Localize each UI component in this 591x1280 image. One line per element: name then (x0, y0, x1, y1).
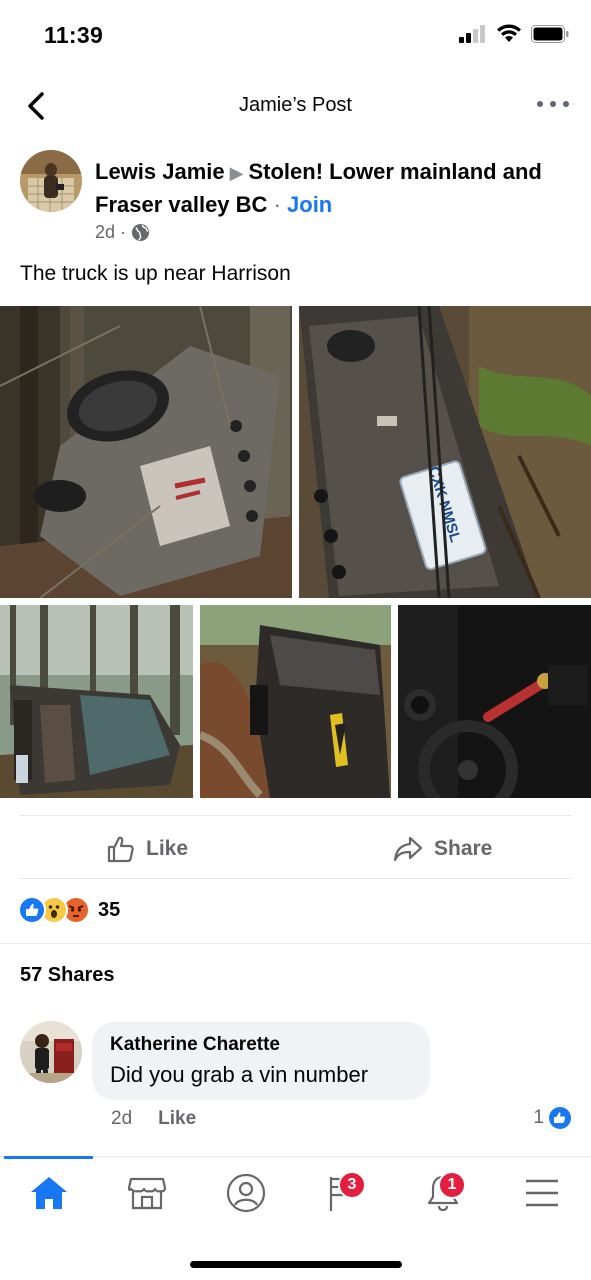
photo-truck-side-forest[interactable] (0, 605, 193, 798)
marketplace-icon (127, 1177, 167, 1210)
notifications-badge: 1 (438, 1171, 466, 1199)
post-meta: 2d · (95, 222, 150, 243)
share-arrow-icon (393, 836, 423, 862)
menu-icon (526, 1179, 558, 1207)
more-dot-icon (537, 101, 543, 107)
post-header: Lewis Jamie ▶ Stolen! Lower mainland and F… (0, 150, 591, 250)
like-button[interactable]: Like (106, 832, 188, 866)
comment-reaction-count: 1 (533, 1107, 544, 1128)
tab-profile[interactable] (221, 1167, 271, 1219)
join-group-link[interactable]: Join (287, 192, 332, 217)
cellular-signal-icon (459, 24, 485, 43)
photo-truck-interior-shifter[interactable] (398, 605, 591, 798)
more-dot-icon (563, 101, 569, 107)
comment-bubble[interactable]: Katherine Charette Did you grab a vin nu… (92, 1022, 430, 1100)
profile-icon (226, 1173, 266, 1213)
tab-menu[interactable] (517, 1167, 567, 1219)
status-icons (459, 24, 569, 43)
tab-notifications[interactable]: 1 (418, 1167, 468, 1219)
reaction-count: 35 (98, 898, 121, 921)
comment-author[interactable]: Katherine Charette (110, 1034, 412, 1056)
tab-pages[interactable]: 3 (318, 1167, 368, 1219)
post-text: The truck is up near Harrison (20, 262, 291, 285)
divider (20, 878, 571, 879)
author-avatar[interactable] (20, 150, 82, 212)
arrow-right-icon: ▶ (229, 163, 244, 183)
wifi-icon (497, 24, 521, 42)
reactions-summary[interactable]: 35 (18, 896, 120, 924)
share-button-label: Share (434, 837, 493, 860)
divider (20, 815, 571, 816)
active-tab-indicator (4, 1156, 93, 1159)
thumbs-up-icon (107, 836, 134, 863)
status-time: 11:39 (44, 22, 104, 48)
commenter-avatar[interactable] (20, 1021, 82, 1083)
bottom-tab-bar: 3 1 (0, 1156, 591, 1232)
title-separator: · (273, 192, 281, 217)
shares-count[interactable]: 57 Shares (20, 964, 115, 987)
status-bar: 11:39 (0, 0, 591, 70)
home-icon (31, 1177, 67, 1209)
comment-reaction-summary[interactable]: 1 (533, 1106, 572, 1130)
author-name-link[interactable]: Lewis Jamie (95, 159, 225, 184)
post-title: Lewis Jamie ▶ Stolen! Lower mainland and F… (95, 156, 565, 221)
nav-bar: Jamie’s Post (0, 70, 591, 142)
comment-text: Did you grab a vin number (110, 1062, 369, 1087)
battery-icon (531, 24, 569, 43)
divider (0, 943, 591, 944)
comment-like-button[interactable]: Like (158, 1108, 196, 1130)
comment-time: 2d (111, 1108, 133, 1129)
more-dot-icon (550, 101, 556, 107)
photo-license-plate[interactable]: CXK NMSL (299, 306, 591, 598)
meta-separator: · (120, 222, 127, 242)
like-reaction-icon (18, 896, 46, 924)
photo-truck-underside[interactable] (0, 306, 292, 598)
pages-badge: 3 (338, 1171, 366, 1199)
more-options-button[interactable] (537, 92, 569, 116)
globe-icon (131, 223, 150, 242)
like-button-label: Like (146, 837, 189, 860)
page-title: Jamie’s Post (238, 94, 352, 116)
share-button[interactable]: Share (392, 832, 492, 866)
tab-marketplace[interactable] (122, 1167, 172, 1219)
photo-truck-rear-hatch[interactable] (200, 605, 391, 798)
post-time[interactable]: 2d (95, 222, 115, 243)
home-indicator (190, 1261, 402, 1268)
comment-actions: 2d Like (111, 1108, 196, 1130)
like-reaction-icon (549, 1107, 571, 1129)
tab-home[interactable] (24, 1167, 74, 1219)
